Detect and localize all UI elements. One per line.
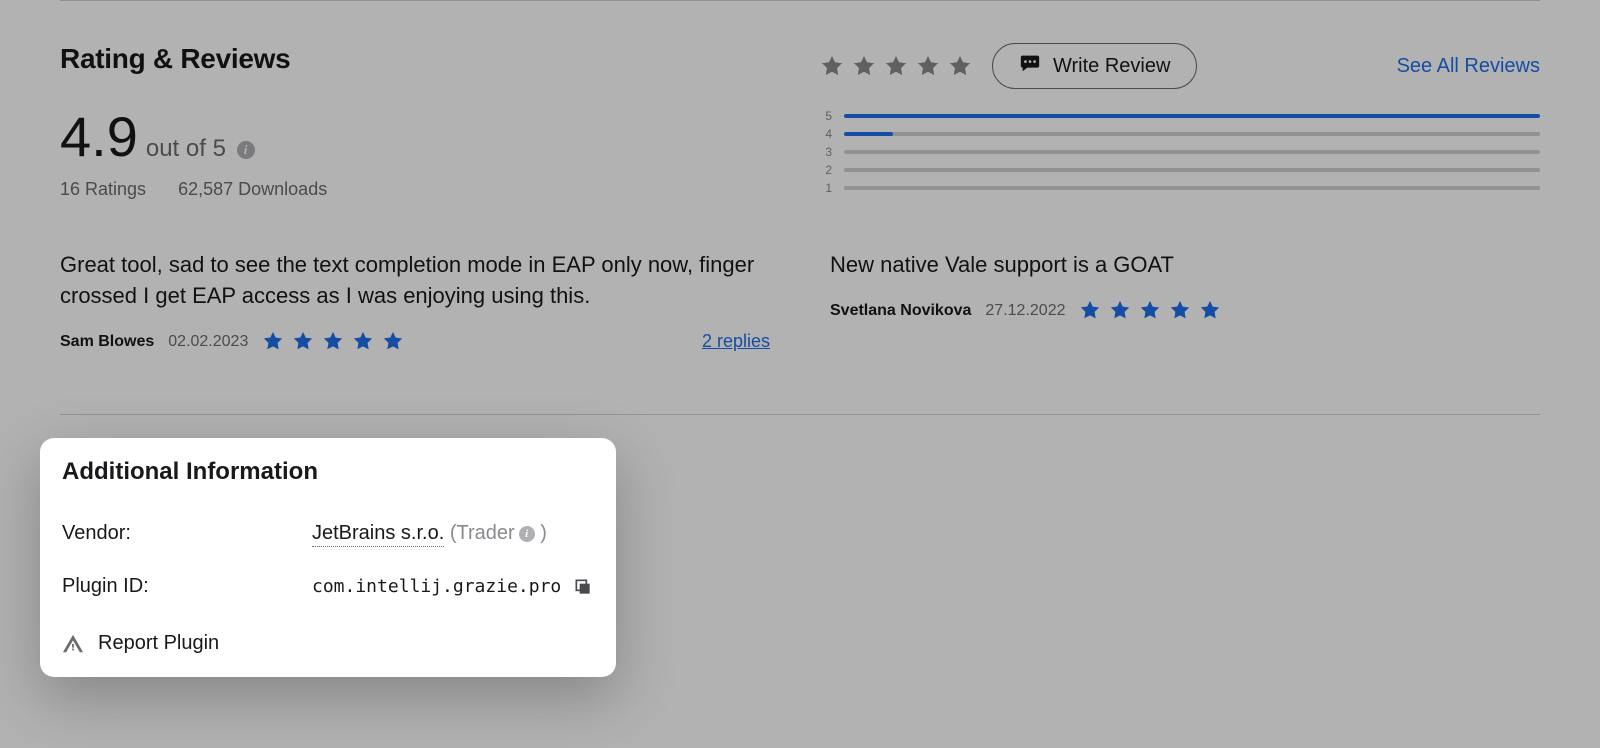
- plugin-id-value: com.intellij.grazie.pro: [312, 576, 561, 597]
- vendor-link[interactable]: JetBrains s.r.o.: [312, 522, 444, 547]
- info-icon[interactable]: i: [519, 526, 535, 542]
- plugin-id-label: Plugin ID:: [62, 575, 312, 598]
- vendor-label: Vendor:: [62, 522, 312, 545]
- trader-prefix: (Trader: [450, 522, 515, 544]
- additional-info-title: Additional Information: [62, 458, 594, 486]
- report-plugin-button[interactable]: Report Plugin: [62, 632, 594, 655]
- additional-info-popover: Additional Information Vendor: JetBrains…: [40, 438, 616, 677]
- trader-suffix: ): [535, 522, 547, 544]
- report-plugin-label: Report Plugin: [98, 632, 219, 655]
- warning-icon: [62, 633, 84, 655]
- copy-icon[interactable]: [573, 577, 593, 597]
